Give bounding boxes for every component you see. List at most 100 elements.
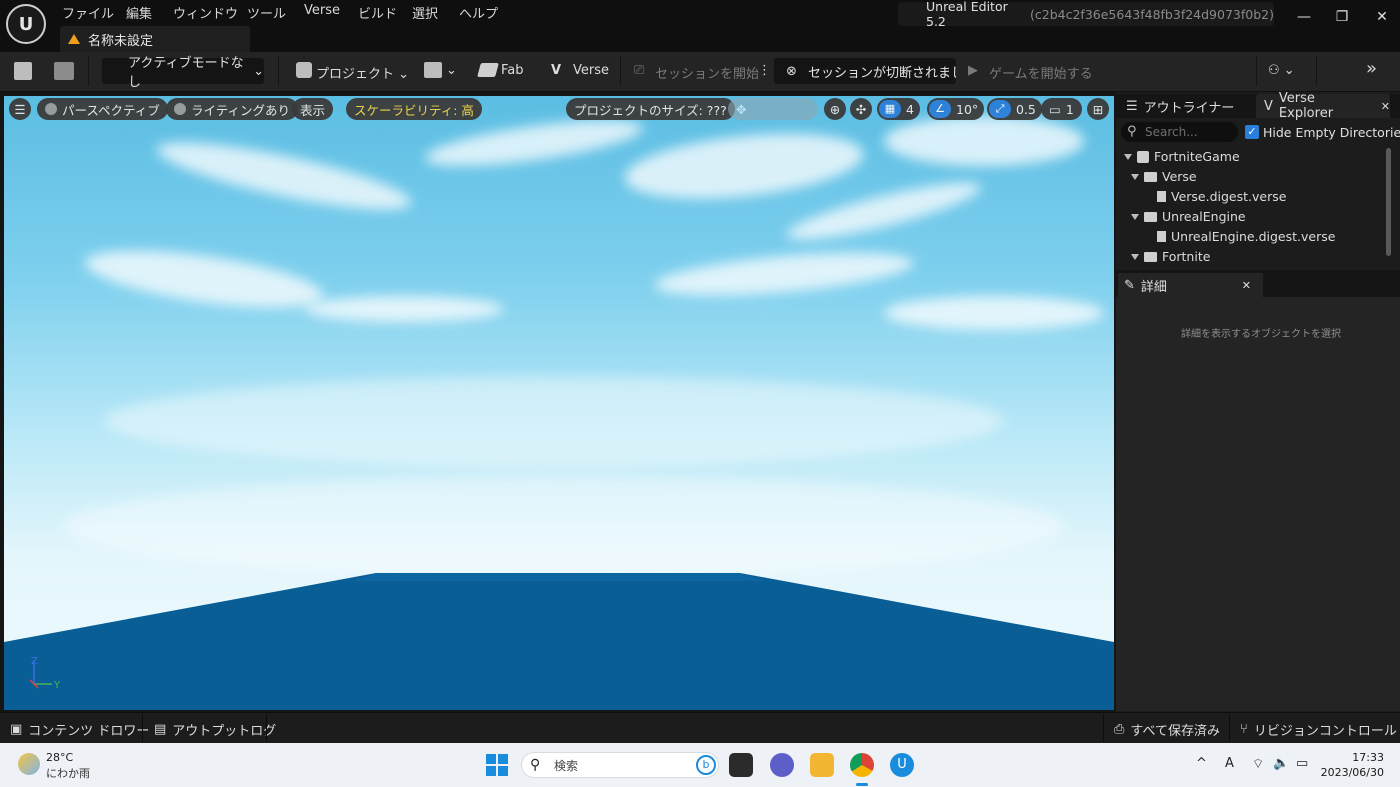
- tree-item[interactable]: UnrealEngine: [1131, 209, 1246, 224]
- menu-help[interactable]: ヘルプ: [459, 3, 498, 22]
- save-icon[interactable]: [14, 62, 32, 80]
- expand-arrow-icon[interactable]: [1131, 213, 1139, 220]
- search-icon: ⚲: [530, 757, 541, 773]
- lighting-button[interactable]: ライティングあり: [166, 98, 299, 120]
- start-session-button[interactable]: セッションを開始: [655, 63, 759, 82]
- hide-empty-checkbox[interactable]: ✓: [1245, 125, 1259, 139]
- taskbar-search[interactable]: 検索: [521, 752, 719, 778]
- add-content-icon[interactable]: [424, 62, 442, 78]
- project-button[interactable]: プロジェクト ⌄: [316, 63, 409, 82]
- more-options-icon[interactable]: ⋮: [758, 63, 771, 78]
- expand-arrow-icon[interactable]: [1131, 173, 1139, 180]
- close-button[interactable]: ✕: [1362, 6, 1400, 28]
- unreal-taskbar-icon[interactable]: U: [890, 753, 914, 777]
- menu-verse[interactable]: Verse: [304, 3, 340, 18]
- level-viewport[interactable]: [4, 96, 1114, 710]
- tab-details-label: 詳細: [1140, 279, 1167, 295]
- close-icon[interactable]: ✕: [1242, 279, 1251, 292]
- weather-icon[interactable]: [18, 753, 40, 775]
- project-size-button[interactable]: プロジェクトのサイズ: ???: [566, 98, 735, 120]
- mode-dropdown[interactable]: アクティブモードなし ⌄: [102, 56, 264, 90]
- search-input[interactable]: Search...: [1121, 122, 1238, 142]
- chevron-up-icon[interactable]: ^: [1196, 756, 1207, 771]
- menu-select[interactable]: 選択: [412, 3, 438, 22]
- ime-icon[interactable]: A: [1225, 756, 1234, 771]
- fab-button[interactable]: Fab: [501, 63, 524, 78]
- weather-temperature[interactable]: 28°C: [46, 751, 73, 764]
- start-button[interactable]: [486, 754, 508, 776]
- start-game-button[interactable]: ゲームを開始する: [989, 63, 1093, 82]
- tab-outliner[interactable]: ☰ アウトライナー: [1118, 94, 1254, 118]
- tree-item-label: FortniteGame: [1154, 149, 1240, 164]
- surface-snap-icon[interactable]: ✣: [850, 98, 872, 120]
- pencil-icon: ✎: [1124, 277, 1135, 293]
- close-icon[interactable]: ✕: [1381, 100, 1390, 113]
- save-all-button[interactable]: ⎙ すべて保存済み: [1114, 720, 1220, 739]
- party-icon[interactable]: ⚇ ⌄: [1268, 63, 1295, 78]
- tab-verse-explorer[interactable]: V Verse Explorer ✕: [1256, 91, 1390, 121]
- sphere-icon: [174, 103, 186, 115]
- menu-edit[interactable]: 編集: [126, 3, 152, 22]
- session-status[interactable]: セッションが切断されまし: [774, 58, 956, 84]
- scale-snap-button[interactable]: ⤢ 0.5: [987, 98, 1042, 120]
- unreal-logo-icon[interactable]: U: [6, 4, 46, 44]
- tree-item[interactable]: FortniteGame: [1124, 149, 1240, 164]
- viewport-menu-button[interactable]: ☰: [9, 98, 31, 120]
- perspective-button[interactable]: パースペクティブ: [37, 98, 168, 120]
- battery-icon[interactable]: ▭: [1296, 756, 1308, 771]
- minimize-button[interactable]: —: [1284, 6, 1324, 28]
- chevron-down-icon[interactable]: ⌄: [446, 63, 457, 78]
- level-tab[interactable]: 名称未設定: [60, 26, 250, 52]
- verse-button[interactable]: Verse: [573, 63, 609, 78]
- hide-empty-label: Hide Empty Directories: [1263, 125, 1400, 140]
- viewport-layout-icon[interactable]: ⊞: [1087, 98, 1109, 120]
- camera-speed-button[interactable]: ▭ 1: [1041, 98, 1082, 120]
- chrome-icon[interactable]: [850, 753, 874, 777]
- bing-icon[interactable]: b: [696, 755, 716, 775]
- save-all-label: すべて保存済み: [1130, 724, 1220, 739]
- clock-time[interactable]: 17:33: [1340, 751, 1384, 764]
- scalability-button[interactable]: スケーラビリティ: 高: [346, 98, 482, 120]
- revision-control-button[interactable]: ⑂ リビジョンコントロール: [1240, 720, 1397, 739]
- wifi-icon[interactable]: ⌔: [1252, 756, 1264, 772]
- rotation-snap-button[interactable]: ∠ 10°: [927, 98, 985, 120]
- camera-icon: ▭: [1049, 101, 1061, 117]
- world-local-icon[interactable]: ⊕: [824, 98, 846, 120]
- menu-tools[interactable]: ツール: [247, 3, 286, 22]
- expand-arrow-icon[interactable]: [1124, 153, 1132, 160]
- tree-item[interactable]: UnrealEngine.digest.verse: [1157, 229, 1335, 244]
- transform-tools[interactable]: ✥: [728, 98, 818, 120]
- maximize-button[interactable]: ❐: [1322, 6, 1362, 28]
- task-view-icon[interactable]: [729, 753, 753, 777]
- tree-item[interactable]: Verse.digest.verse: [1157, 189, 1286, 204]
- tab-details[interactable]: ✎ 詳細 ✕: [1118, 273, 1263, 297]
- editor-build-hash: (c2b4c2f36e5643f48fb3f24d9073f0b2): [1030, 6, 1274, 22]
- menu-build[interactable]: ビルド: [358, 3, 397, 22]
- chat-icon[interactable]: [770, 753, 794, 777]
- weather-description[interactable]: にわか雨: [46, 765, 90, 781]
- branch-icon: ⑂: [1240, 722, 1248, 737]
- mode-dropdown-label: アクティブモードなし: [128, 56, 244, 90]
- warning-icon: [68, 34, 80, 44]
- tree-scrollbar[interactable]: [1386, 148, 1391, 256]
- content-drawer-label: コンテンツ ドロワー: [28, 724, 150, 739]
- output-log-button[interactable]: ▤ アウトプットログ: [154, 720, 276, 739]
- move-icon[interactable]: ✥: [736, 102, 746, 117]
- clock-date[interactable]: 2023/06/30: [1318, 766, 1384, 779]
- tab-verse-explorer-label: Verse Explorer: [1278, 91, 1334, 121]
- details-panel: [1116, 297, 1400, 711]
- menu-window[interactable]: ウィンドウ: [173, 3, 238, 22]
- volume-icon[interactable]: 🔈: [1273, 756, 1289, 771]
- menu-file[interactable]: ファイル: [62, 3, 114, 22]
- chevron-down-icon: ⌄: [253, 63, 264, 79]
- tree-item[interactable]: Fortnite: [1131, 249, 1210, 264]
- expand-arrow-icon[interactable]: [1131, 253, 1139, 260]
- content-drawer-button[interactable]: ▣ コンテンツ ドロワー: [10, 720, 149, 739]
- source-control-icon[interactable]: [54, 62, 74, 80]
- expand-toolbar-icon[interactable]: »: [1366, 58, 1377, 79]
- show-button[interactable]: 表示: [292, 98, 334, 120]
- file-explorer-icon[interactable]: [810, 753, 834, 777]
- grid-snap-button[interactable]: ▦ 4: [877, 98, 920, 120]
- tree-item[interactable]: Verse: [1131, 169, 1197, 184]
- verse-explorer-icon: V: [1264, 98, 1273, 114]
